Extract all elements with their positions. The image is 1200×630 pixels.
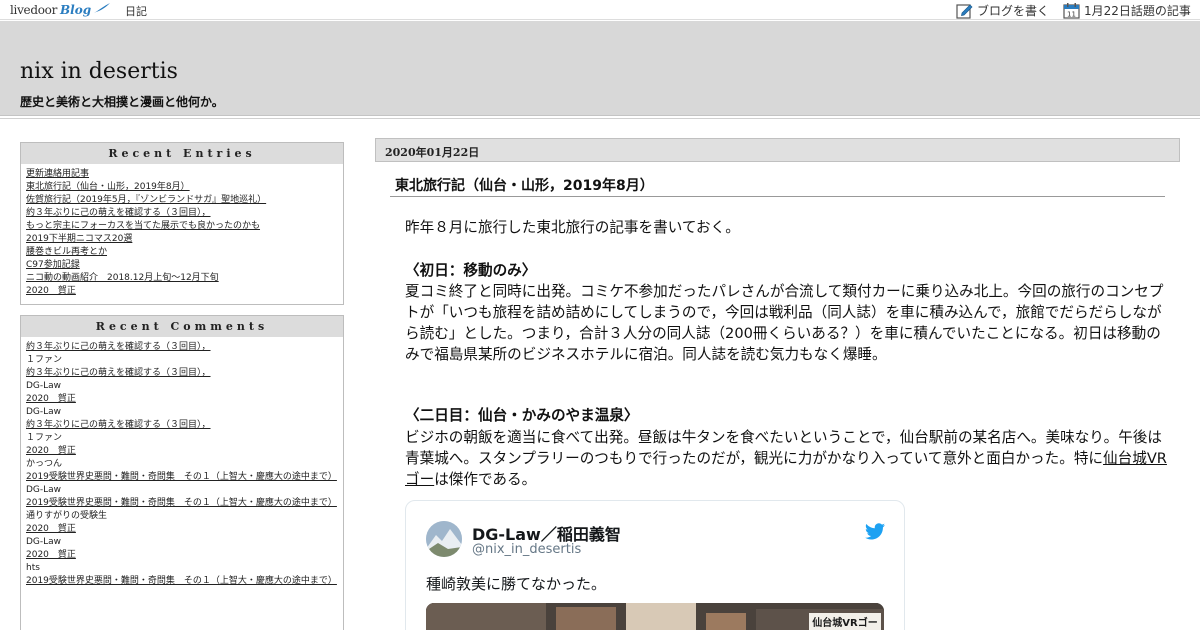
recent-entries-list: 更新連絡用記事 東北旅行記（仙台・山形，2019年8月） 佐賀旅行記（2019年5月…	[21, 164, 343, 302]
day2-text-after: は傑作である。	[434, 471, 537, 488]
calendar-icon: 11	[1063, 3, 1080, 19]
write-blog-link[interactable]: ブログを書く	[956, 2, 1049, 19]
recent-comment-author: 通りすがりの受験生	[26, 511, 108, 521]
recent-comment-author: DG-Law	[26, 485, 62, 495]
recent-comment-author: DG-Law	[26, 537, 62, 547]
recent-comments-box: Recent Comments 約３年ぶりに己の萌えを確認する（３回目）， １ファ…	[20, 315, 344, 630]
recent-comment-entry-link[interactable]: 2019受験世界史悪問・難問・奇問集 その１（上智大・慶應大の途中まで）	[26, 575, 338, 588]
recent-comment-author: DG-Law	[26, 381, 62, 391]
write-blog-label: ブログを書く	[977, 4, 1050, 18]
recent-comment-entry-link[interactable]: 2020 賀正	[26, 523, 338, 536]
recent-entries-box: Recent Entries 更新連絡用記事 東北旅行記（仙台・山形，2019年8…	[20, 142, 344, 305]
quill-icon	[94, 3, 111, 13]
recent-entries-title: Recent Entries	[21, 143, 343, 164]
blog-title[interactable]: nix in desertis	[20, 59, 178, 84]
recent-comment-author: １ファン	[26, 355, 63, 365]
recent-comment-author: かっつん	[26, 459, 63, 469]
day2-paragraph: ビジホの朝飯を適当に食べて出発。昼飯は牛タンを食べたいということで，仙台駅前の某…	[405, 427, 1167, 490]
livedoor-blog-logo[interactable]: livedoor Blog	[10, 2, 111, 17]
tweet-media-photo[interactable]: 仙台城VRゴー	[426, 603, 884, 630]
day2-heading: 〈二日目：仙台・かみのやま温泉〉	[405, 407, 639, 424]
blog-header: nix in desertis 歴史と美術と大相撲と漫画と他何か。	[0, 21, 1200, 116]
tweet-photo-image: 仙台城VRゴー	[426, 603, 884, 630]
recent-entry-link[interactable]: 腰巻きビル再考とか	[26, 246, 338, 259]
recent-comment-author: DG-Law	[26, 407, 62, 417]
recent-entry-link[interactable]: 2020 賀正	[26, 285, 338, 298]
recent-entry-link[interactable]: ニコ動の動画紹介 2018.12月上旬～12月下旬	[26, 272, 338, 285]
recent-entry-link[interactable]: 更新連絡用記事	[26, 168, 338, 181]
photo-sign-text: 仙台城VRゴー	[812, 616, 877, 629]
recent-comment-entry-link[interactable]: 2019受験世界史悪問・難問・奇問集 その１（上智大・慶應大の途中まで）	[26, 471, 338, 484]
recent-comment-author: １ファン	[26, 433, 63, 443]
day2-text-before: ビジホの朝飯を適当に食べて出発。昼飯は牛タンを食べたいということで，仙台駅前の某…	[405, 429, 1162, 467]
top-bar: livedoor Blog 日記 ブログを書く 11 1月22日話題の記事	[0, 0, 1200, 20]
recent-comment-entry-link[interactable]: 2020 賀正	[26, 445, 338, 458]
day1-heading: 〈初日：移動のみ〉	[405, 262, 537, 279]
recent-entry-link[interactable]: 約３年ぶりに己の萌えを確認する（３回目），	[26, 207, 338, 220]
recent-comments-list: 約３年ぶりに己の萌えを確認する（３回目）， １ファン 約３年ぶりに己の萌えを確認する…	[21, 337, 343, 592]
header-divider	[0, 118, 1200, 119]
recent-entry-link[interactable]: もっと宗主にフォーカスを当てた展示でも良かったのかも	[26, 220, 338, 233]
twitter-bird-icon[interactable]	[865, 523, 885, 540]
trending-label: 1月22日話題の記事	[1084, 4, 1191, 18]
recent-comment-entry-link[interactable]: 2019受験世界史悪問・難問・奇問集 その１（上智大・慶應大の途中まで）	[26, 497, 338, 510]
recent-comment-entry-link[interactable]: 約３年ぶりに己の萌えを確認する（３回目），	[26, 341, 338, 354]
diary-link[interactable]: 日記	[125, 3, 147, 19]
entry-intro: 昨年８月に旅行した東北旅行の記事を書いておく。	[405, 219, 740, 236]
svg-text:11: 11	[1067, 11, 1076, 19]
blog-description: 歴史と美術と大相撲と漫画と他何か。	[20, 95, 224, 109]
entry-title[interactable]: 東北旅行記（仙台・山形，2019年8月）	[395, 175, 654, 195]
trending-articles-link[interactable]: 11 1月22日話題の記事	[1063, 2, 1191, 19]
entry-date: 2020年01月22日	[385, 146, 480, 159]
tweet-avatar[interactable]	[426, 521, 462, 557]
recent-comment-entry-link[interactable]: 2020 賀正	[26, 393, 338, 406]
day1-paragraph: 夏コミ終了と同時に出発。コミケ不参加だったパレさんが合流して類付カーに乗り込み北…	[405, 283, 1164, 363]
entry-date-bar: 2020年01月22日	[375, 138, 1180, 162]
edit-icon	[956, 3, 973, 19]
recent-comment-author: hts	[26, 563, 40, 573]
recent-entry-link[interactable]: 東北旅行記（仙台・山形，2019年8月）	[26, 181, 338, 194]
recent-comment-entry-link[interactable]: 約３年ぶりに己の萌えを確認する（３回目），	[26, 419, 338, 432]
recent-entry-link[interactable]: 2019下半期ニコマス20選	[26, 233, 338, 246]
logo-text: livedoor	[10, 3, 58, 17]
tweet-author-handle[interactable]: @nix_in_desertis	[472, 542, 581, 557]
embedded-tweet[interactable]: DG-Law／稲田義智 @nix_in_desertis 種崎敦美に勝てなかった…	[405, 500, 905, 630]
title-divider	[390, 196, 1165, 197]
recent-comment-entry-link[interactable]: 約３年ぶりに己の萌えを確認する（３回目），	[26, 367, 338, 380]
recent-entry-link[interactable]: C97参加記録	[26, 259, 338, 272]
recent-entry-link[interactable]: 佐賀旅行記（2019年5月，『ゾンビランドサガ』聖地巡礼）	[26, 194, 338, 207]
recent-comment-entry-link[interactable]: 2020 賀正	[26, 549, 338, 562]
recent-comments-title: Recent Comments	[21, 316, 343, 337]
tweet-text: 種崎敦美に勝てなかった。	[426, 575, 607, 593]
logo-blog-text: Blog	[60, 3, 92, 17]
mountain-avatar-icon	[426, 521, 462, 557]
